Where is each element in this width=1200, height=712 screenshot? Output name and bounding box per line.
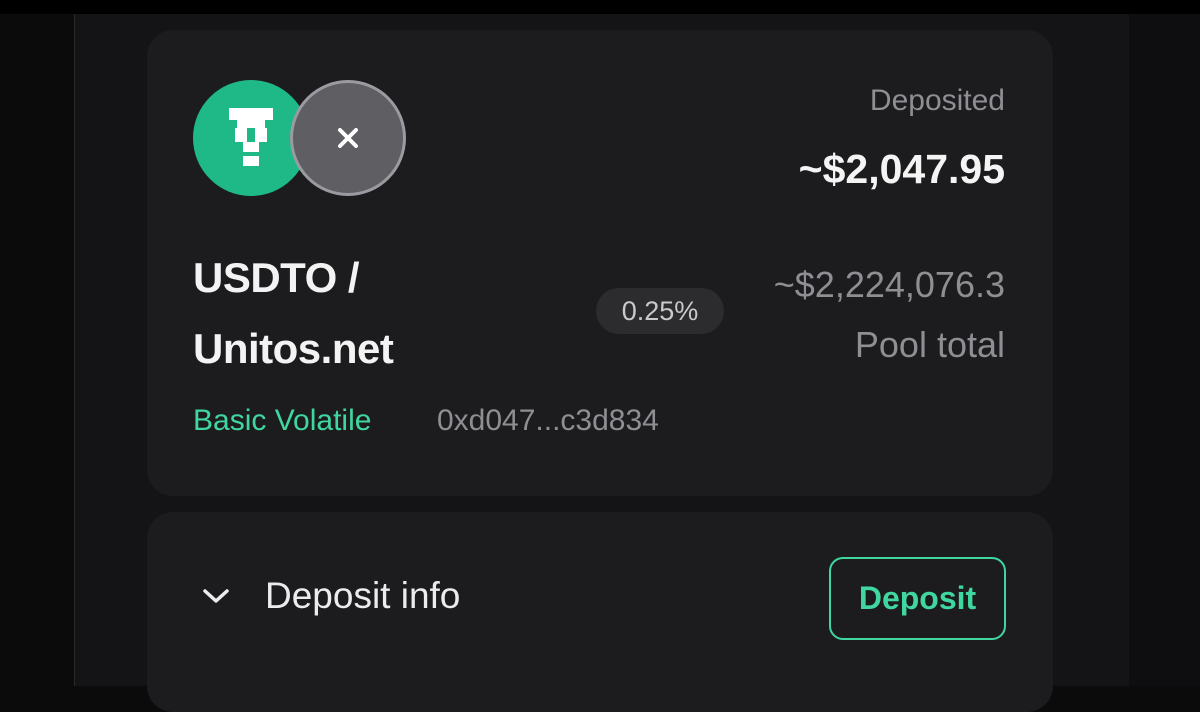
chevron-down-icon bbox=[197, 577, 235, 615]
pool-total-value: ~$2,224,076.3 bbox=[773, 264, 1005, 305]
pool-total-label: Pool total bbox=[854, 324, 1005, 365]
deposit-info-label: Deposit info bbox=[265, 575, 461, 616]
top-strip bbox=[0, 0, 1200, 14]
right-gutter bbox=[1129, 14, 1200, 686]
token-b-avatar bbox=[290, 80, 406, 196]
fee-badge: 0.25% bbox=[596, 288, 724, 334]
deposited-label: Deposited bbox=[869, 84, 1005, 117]
deposit-button[interactable]: Deposit bbox=[829, 557, 1006, 640]
pool-type-label: Basic Volatile bbox=[193, 404, 372, 437]
close-icon bbox=[338, 128, 358, 148]
deposit-info-toggle[interactable]: Deposit info bbox=[197, 570, 460, 622]
pair-name-line2: Unitos.net bbox=[193, 325, 394, 372]
pool-address[interactable]: 0xd047...c3d834 bbox=[437, 404, 659, 438]
pair-name-line1: USDTO / bbox=[193, 254, 360, 301]
deposited-value: ~$2,047.95 bbox=[798, 146, 1005, 192]
